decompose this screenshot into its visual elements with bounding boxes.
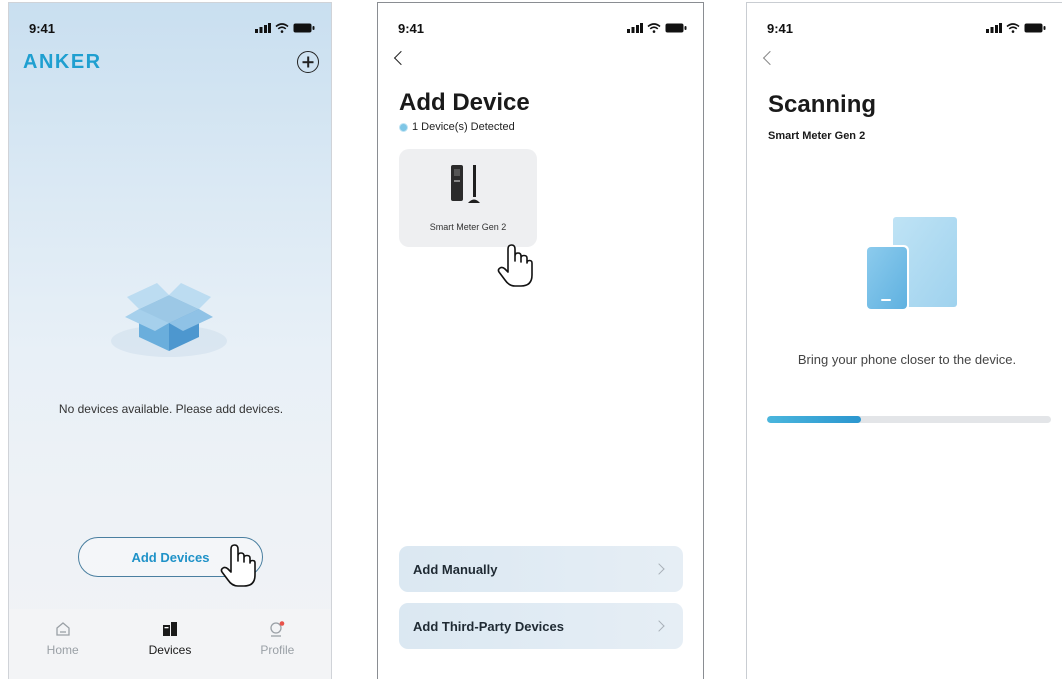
profile-icon (270, 621, 285, 637)
wifi-icon (1006, 23, 1020, 33)
anker-logo: ANKER (23, 51, 102, 73)
status-bar: 9:41 (398, 20, 687, 36)
home-icon (56, 622, 70, 636)
status-time: 9:41 (767, 20, 794, 36)
back-chevron-icon[interactable] (393, 50, 409, 66)
empty-box-illustration (111, 283, 227, 357)
page-title: Add Device (399, 89, 530, 116)
signal-icon (986, 23, 1002, 33)
tab-devices[interactable]: Devices (116, 609, 223, 679)
tap-hand-icon (220, 544, 256, 587)
status-icons (986, 23, 1046, 33)
tab-home[interactable]: Home (9, 609, 116, 679)
battery-icon (1024, 23, 1046, 33)
battery-icon (293, 23, 315, 33)
add-plus-button[interactable] (297, 51, 319, 73)
add-device-screen: 9:41 Add Device 1 Device(s) Detected Sma… (377, 2, 704, 679)
device-subtitle: Smart Meter Gen 2 (768, 130, 866, 142)
tab-profile[interactable]: Profile (224, 609, 331, 679)
battery-icon (665, 23, 687, 33)
scan-progress-bar (767, 416, 1051, 423)
scan-progress-fill (767, 416, 861, 423)
smart-meter-icon (451, 165, 480, 203)
detected-count: 1 Device(s) Detected (399, 121, 515, 133)
empty-message: No devices available. Please add devices… (58, 402, 284, 416)
page-title: Scanning (768, 91, 877, 118)
wifi-icon (647, 23, 661, 33)
chevron-right-icon (653, 620, 665, 632)
tab-profile-label: Profile (260, 643, 295, 657)
device-card[interactable]: Smart Meter Gen 2 (399, 149, 537, 247)
add-manually-row[interactable]: Add Manually (399, 546, 683, 592)
back-chevron-icon[interactable] (762, 50, 778, 66)
status-icons (627, 23, 687, 33)
tap-hand-icon (497, 244, 533, 287)
devices-icon (162, 622, 177, 636)
status-bar: 9:41 (29, 20, 315, 36)
signal-icon (255, 23, 271, 33)
scanning-screen: 9:41 Scanning Smart Meter Gen 2 Bring yo… (746, 2, 1062, 679)
add-third-party-label: Add Third-Party Devices (413, 618, 564, 634)
tab-devices-label: Devices (148, 643, 192, 657)
status-bar: 9:41 (767, 20, 1046, 36)
status-time: 9:41 (29, 20, 56, 36)
proximity-hint: Bring your phone closer to the device. (797, 352, 1017, 367)
chevron-right-icon (653, 563, 665, 575)
status-icons (255, 23, 315, 33)
devices-screen: 9:41 ANKER No devices available. Please … (8, 2, 332, 679)
wifi-icon (275, 23, 289, 33)
signal-icon (627, 23, 643, 33)
detected-label: 1 Device(s) Detected (412, 121, 515, 133)
add-devices-label: Add Devices (131, 549, 210, 565)
device-name: Smart Meter Gen 2 (429, 222, 507, 232)
status-time: 9:41 (398, 20, 425, 36)
phone-proximity-illustration (865, 217, 957, 311)
add-third-party-row[interactable]: Add Third-Party Devices (399, 603, 683, 649)
tab-home-label: Home (46, 643, 79, 657)
detected-dot-icon (399, 122, 408, 132)
tab-bar: Home Devices Profile (9, 609, 331, 679)
add-manually-label: Add Manually (413, 561, 498, 577)
